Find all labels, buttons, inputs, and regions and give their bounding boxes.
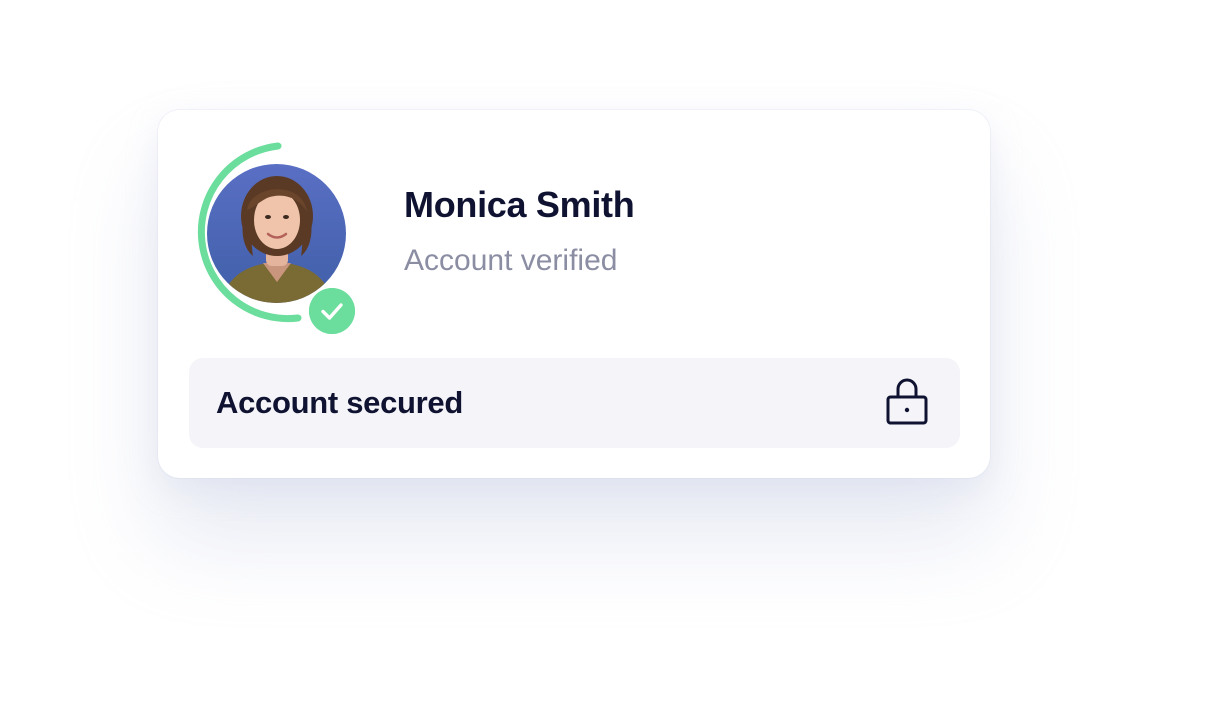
profile-name: Monica Smith bbox=[404, 184, 635, 225]
check-icon bbox=[309, 288, 355, 334]
verified-badge bbox=[309, 288, 355, 334]
account-secured-row[interactable]: Account secured bbox=[189, 358, 960, 448]
verification-status: Account verified bbox=[404, 244, 618, 277]
account-secured-label: Account secured bbox=[216, 385, 464, 420]
avatar bbox=[207, 164, 346, 303]
lock-icon bbox=[886, 378, 928, 425]
account-card: Monica Smith Account verified Account se… bbox=[158, 110, 990, 478]
avatar-group bbox=[186, 142, 376, 334]
